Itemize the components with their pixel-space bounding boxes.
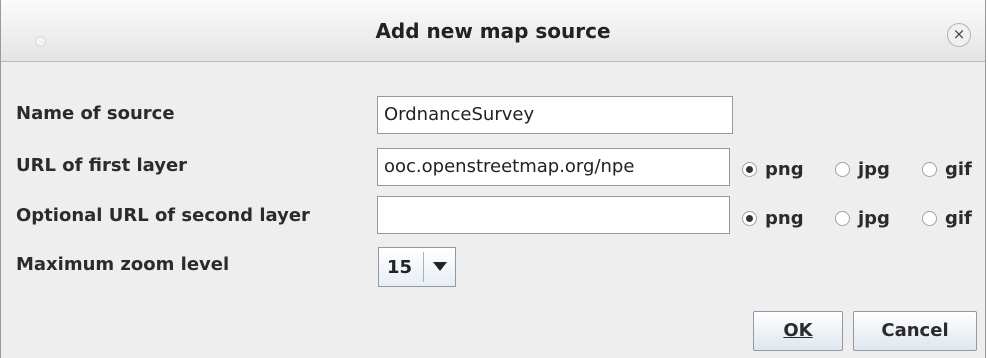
radio-unselected-icon [922, 162, 937, 177]
url-second-layer-input[interactable] [377, 196, 730, 234]
url-first-layer-input[interactable]: ooc.openstreetmap.org/npe [377, 148, 730, 186]
radio-unselected-icon [922, 211, 937, 226]
layer2-gif-radio[interactable]: gif [922, 208, 972, 229]
close-button[interactable]: × [947, 23, 971, 47]
radio-selected-icon [742, 162, 757, 177]
radio-unselected-icon [835, 162, 850, 177]
max-zoom-value: 15 [387, 257, 413, 278]
url-first-layer-label: URL of first layer [16, 155, 188, 176]
title-bar: Add new map source × [1, 0, 985, 62]
combo-divider [423, 252, 424, 282]
ok-button[interactable]: OK [753, 311, 843, 351]
dialog-title: Add new map source [375, 19, 611, 43]
layer2-jpg-radio[interactable]: jpg [835, 208, 890, 229]
cancel-button[interactable]: Cancel [853, 311, 977, 351]
radio-selected-icon [742, 211, 757, 226]
radio-unselected-icon [835, 211, 850, 226]
max-zoom-label: Maximum zoom level [16, 254, 230, 275]
add-map-source-dialog: Add new map source × Name of source Ordn… [0, 0, 986, 358]
url-second-layer-label: Optional URL of second layer [16, 205, 310, 226]
layer2-png-radio[interactable]: png [742, 208, 804, 229]
layer1-gif-radio[interactable]: gif [922, 159, 972, 180]
name-of-source-input[interactable]: OrdnanceSurvey [377, 96, 733, 134]
chevron-down-icon[interactable] [433, 262, 447, 271]
layer1-png-radio[interactable]: png [742, 159, 804, 180]
max-zoom-select[interactable]: 15 [378, 247, 456, 287]
name-of-source-label: Name of source [16, 103, 175, 124]
layer1-jpg-radio[interactable]: jpg [835, 159, 890, 180]
